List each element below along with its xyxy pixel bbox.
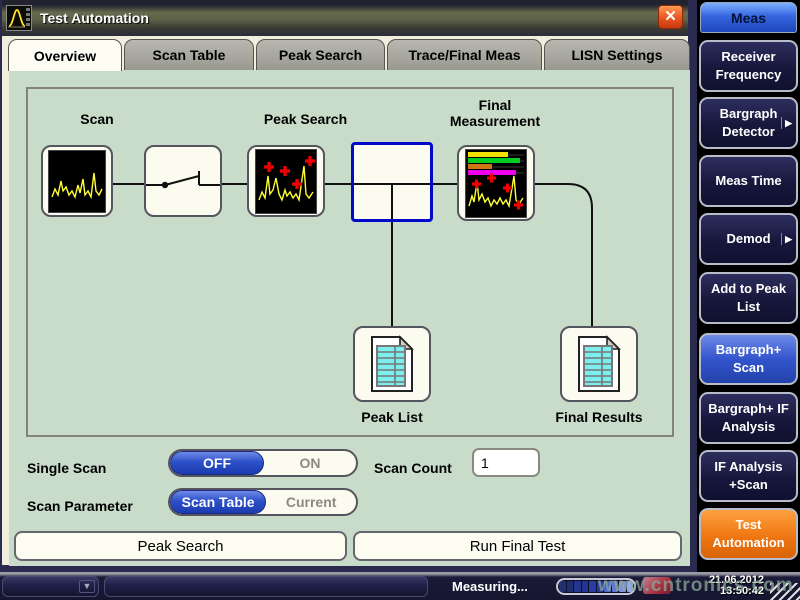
softkey-label: IF Analysis +Scan: [705, 458, 792, 493]
scan-parameter-label: Scan Parameter: [27, 498, 133, 514]
softkey-bargraph-detector[interactable]: Bargraph Detector▶: [699, 97, 798, 149]
overview-tab-page: Scan Peak Search Final Measurement: [9, 70, 690, 566]
tab-label: Trace/Final Meas: [408, 47, 520, 63]
submenu-arrow-icon: ▶: [781, 233, 792, 245]
softkey-label: Demod: [726, 230, 770, 248]
softkey-demod[interactable]: Demod ▶: [699, 213, 798, 265]
scan-count-input[interactable]: [472, 448, 540, 477]
taskbar-button-left[interactable]: ▼: [2, 576, 99, 597]
junction-node-selected[interactable]: [351, 142, 433, 222]
tab-peak-search[interactable]: Peak Search: [256, 39, 385, 70]
chevron-down-icon[interactable]: ▼: [79, 580, 95, 593]
submenu-arrow-icon: ▶: [781, 117, 792, 129]
resize-grip: [770, 583, 800, 600]
final-measurement-stage-node[interactable]: [457, 145, 535, 221]
peak-search-stage-node[interactable]: [247, 145, 325, 217]
tab-label: Overview: [34, 48, 96, 64]
softkey-label: Bargraph Detector: [705, 105, 792, 140]
scan-stage-label: Scan: [42, 111, 152, 127]
test-automation-dialog: Test Automation ✕ Overview Scan Table Pe…: [0, 0, 697, 572]
single-scan-switch-node[interactable]: [144, 145, 222, 217]
flow-diagram-panel: Scan Peak Search Final Measurement: [26, 87, 674, 437]
scan-stage-node[interactable]: [41, 145, 113, 217]
softkey-label: Bargraph+ IF Analysis: [705, 400, 792, 435]
status-bar: ▼ Measuring... 21.06.2012 13:50:42: [0, 572, 800, 600]
softkey-meas-time[interactable]: Meas Time: [699, 155, 798, 207]
switch-icon: [146, 147, 220, 215]
tab-label: Scan Table: [153, 47, 226, 63]
peak-list-node[interactable]: [353, 326, 431, 402]
dialog-titlebar: Test Automation ✕: [2, 0, 688, 36]
final-results-label: Final Results: [540, 409, 658, 425]
softkey-if-analysis-scan[interactable]: IF Analysis +Scan: [699, 450, 798, 502]
softkey-label: Add to Peak List: [705, 280, 792, 315]
peak-list-label: Peak List: [333, 409, 451, 425]
tab-lisn-settings[interactable]: LISN Settings: [544, 39, 690, 70]
date-time-display: 21.06.2012 13:50:42: [709, 575, 764, 597]
tab-label: LISN Settings: [571, 47, 662, 63]
softkey-menu-title: Meas: [700, 2, 797, 33]
scan-parameter-scan-table-option[interactable]: Scan Table: [170, 490, 266, 514]
time-text: 13:50:42: [709, 586, 764, 597]
instrument-screen: Test Automation ✕ Overview Scan Table Pe…: [0, 0, 800, 600]
scan-trace-icon: [48, 150, 106, 213]
softkey-label: Receiver Frequency: [705, 48, 792, 83]
softkey-bargraph-if-analysis[interactable]: Bargraph+ IF Analysis: [699, 392, 798, 444]
softkey-add-to-peak-list[interactable]: Add to Peak List: [699, 272, 798, 324]
single-scan-on-option[interactable]: ON: [264, 451, 356, 475]
peak-search-trace-icon: [255, 149, 317, 214]
single-scan-off-option[interactable]: OFF: [170, 451, 264, 475]
peak-search-button[interactable]: Peak Search: [14, 531, 347, 561]
junction-icon: [354, 145, 430, 219]
scan-count-label: Scan Count: [374, 460, 452, 476]
tab-trace-final-meas[interactable]: Trace/Final Meas: [387, 39, 542, 70]
scan-parameter-toggle: Scan Table Current: [168, 488, 358, 516]
tab-overview[interactable]: Overview: [8, 39, 122, 71]
softkey-menu: Meas Receiver Frequency Bargraph Detecto…: [697, 0, 800, 572]
softkey-label: Meas Time: [715, 172, 781, 190]
peak-search-stage-label: Peak Search: [228, 111, 383, 127]
scan-parameter-current-option[interactable]: Current: [266, 490, 356, 514]
softkey-bargraph-scan[interactable]: Bargraph+ Scan: [699, 333, 798, 385]
final-results-node[interactable]: [560, 326, 638, 402]
receiver-app-icon: [6, 5, 32, 31]
close-icon[interactable]: ✕: [658, 5, 683, 29]
single-scan-toggle: OFF ON: [168, 449, 358, 477]
progress-bar: [556, 578, 636, 595]
tab-scan-table[interactable]: Scan Table: [124, 39, 254, 70]
tab-label: Peak Search: [279, 47, 362, 63]
peak-list-document-icon: [367, 335, 417, 393]
final-measurement-stage-label: Final Measurement: [436, 97, 554, 129]
tab-bar: Overview Scan Table Peak Search Trace/Fi…: [8, 39, 694, 70]
single-scan-label: Single Scan: [27, 460, 106, 476]
final-measurement-icon: [465, 149, 527, 218]
softkey-test-automation[interactable]: Test Automation: [699, 508, 798, 560]
final-results-document-icon: [574, 335, 624, 393]
softkey-label: Bargraph+ Scan: [705, 341, 792, 376]
run-final-test-button[interactable]: Run Final Test: [353, 531, 682, 561]
taskbar-button-main[interactable]: [104, 576, 428, 597]
measurement-status-text: Measuring...: [452, 579, 528, 594]
dialog-title: Test Automation: [40, 10, 149, 26]
softkey-label: Test Automation: [705, 516, 792, 551]
softkey-receiver-frequency[interactable]: Receiver Frequency: [699, 40, 798, 92]
